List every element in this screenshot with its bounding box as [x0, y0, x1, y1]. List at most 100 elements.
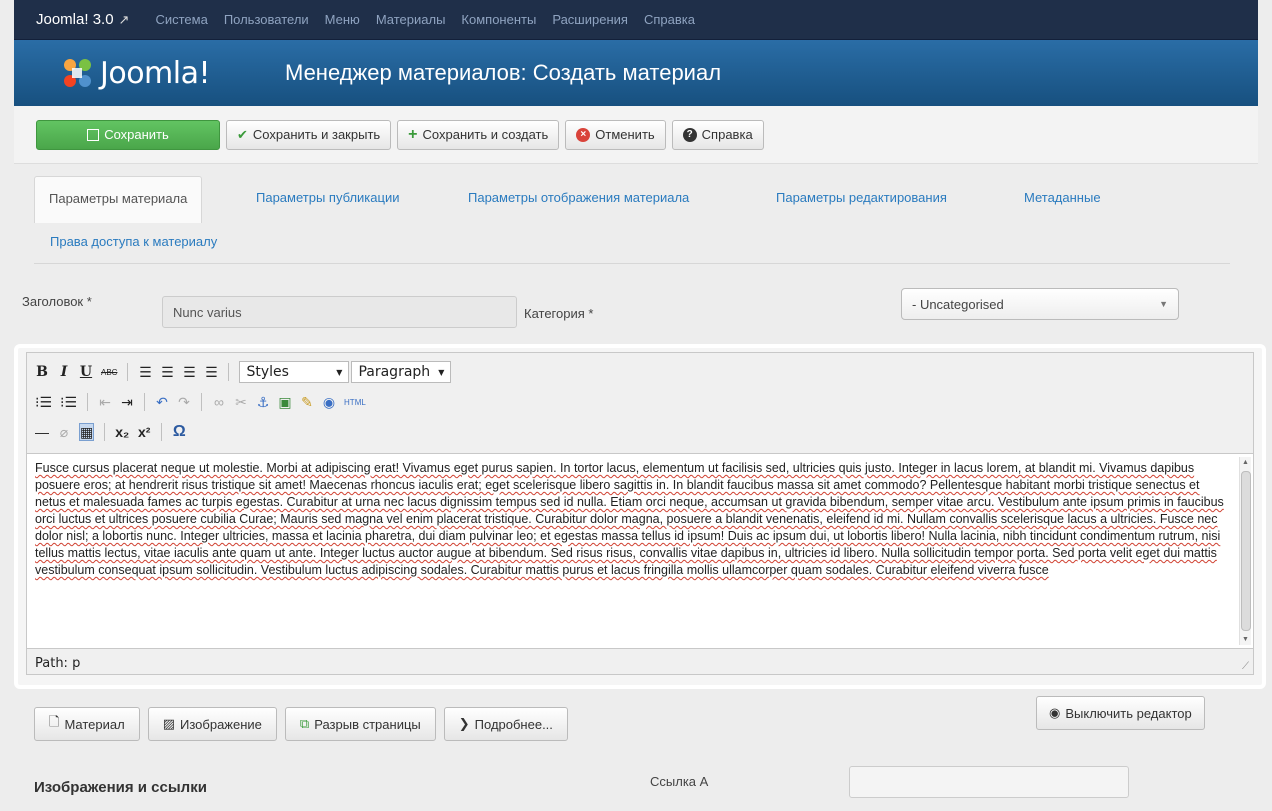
tab-article-params[interactable]: Параметры материала [34, 176, 203, 223]
help-label: Справка [701, 127, 753, 142]
numbered-list-icon[interactable]: ⁝☰ [60, 393, 77, 411]
save-close-button[interactable]: ✔ Сохранить и закрыть [226, 119, 392, 150]
page-header: Joomla! Менеджер материалов: Создать мат… [14, 40, 1258, 106]
redo-icon[interactable]: ↷ [177, 393, 191, 411]
editor-frame: B I U ABC ☰ ☰ ☰ ☰ Styles ▼ Paragraph ▼ ⁝… [26, 352, 1254, 675]
scroll-up-icon[interactable]: ▲ [1242, 459, 1249, 466]
check-icon: ✔ [237, 126, 248, 142]
html-source-icon[interactable]: HTML [344, 393, 366, 411]
caret-down-icon: ▼ [336, 367, 343, 377]
image-icon[interactable]: ▣ [278, 393, 292, 411]
menu-help[interactable]: Справка [644, 12, 695, 27]
toggle-editor-button[interactable]: ◉ Выключить редактор [1036, 696, 1205, 730]
picture-icon: ▨ [162, 716, 176, 731]
editor-toolbar-row-2: ⁝☰ ⁝☰ ⇤ ⇥ ↶ ↷ ∞ ✂ ⚓ ▣ ✎ ◉ HTML [35, 389, 366, 415]
cancel-button[interactable]: × Отменить [565, 119, 666, 150]
format-select-label: Paragraph [358, 364, 431, 380]
external-link-icon: ↗ [118, 11, 130, 27]
help-circle-icon[interactable]: ◉ [322, 393, 336, 411]
visual-aid-icon[interactable]: ▦ [79, 423, 95, 441]
edit-icon [87, 128, 100, 141]
insert-image-button[interactable]: ▨ Изображение [147, 707, 277, 741]
insert-article-label: Материал [64, 716, 125, 732]
readmore-button[interactable]: ❯ Подробнее... [443, 707, 568, 741]
caret-down-icon: ▼ [438, 367, 445, 377]
align-justify-icon[interactable]: ☰ [204, 363, 218, 381]
rich-text-editor: B I U ABC ☰ ☰ ☰ ☰ Styles ▼ Paragraph ▼ ⁝… [14, 344, 1266, 689]
title-label: Заголовок * [22, 294, 92, 309]
superscript-icon[interactable]: x² [137, 423, 151, 441]
main-content: Параметры материала Параметры публикации… [14, 164, 1266, 811]
tab-editing[interactable]: Параметры редактирования [776, 190, 947, 205]
menu-components[interactable]: Компоненты [461, 12, 536, 27]
joomla-logo: Joomla! [60, 56, 260, 91]
tab-permissions[interactable]: Права доступа к материалу [50, 234, 217, 249]
page-break-button[interactable]: ⧉ Разрыв страницы [284, 707, 436, 741]
toolbar-separator [87, 393, 89, 411]
toggle-editor-label: Выключить редактор [1065, 705, 1192, 721]
link-icon[interactable]: ∞ [212, 393, 226, 411]
styles-select[interactable]: Styles ▼ [239, 361, 350, 383]
menu-system[interactable]: Система [155, 12, 207, 27]
unlink-icon[interactable]: ✂ [234, 393, 248, 411]
brand-label: Joomla! 3.0 [36, 11, 114, 28]
scroll-down-icon[interactable]: ▼ [1242, 636, 1249, 643]
insert-article-button[interactable]: 🗋 Материал [34, 707, 140, 741]
toolbar-separator [201, 393, 203, 411]
scrollbar-thumb[interactable] [1241, 471, 1251, 631]
strikethrough-icon[interactable]: ABC [101, 363, 117, 381]
chevron-down-icon: ❯ [458, 716, 470, 731]
editor-toolbar-row-1: B I U ABC ☰ ☰ ☰ ☰ Styles ▼ Paragraph ▼ [35, 359, 452, 385]
save-new-button[interactable]: + Сохранить и создать [397, 119, 560, 150]
question-icon: ? [682, 127, 697, 142]
page-break-label: Разрыв страницы [314, 716, 421, 732]
file-add-icon: 🗋 [49, 714, 60, 729]
remove-format-icon[interactable]: ⌀ [57, 423, 71, 441]
toolbar-separator [161, 423, 163, 441]
toolbar-separator [228, 363, 230, 381]
toolbar-separator [104, 423, 106, 441]
tab-metadata[interactable]: Метаданные [1024, 190, 1101, 205]
format-select[interactable]: Paragraph ▼ [351, 361, 452, 383]
save-close-label: Сохранить и закрыть [252, 127, 381, 142]
cleanup-icon[interactable]: ✎ [300, 393, 314, 411]
indent-icon[interactable]: ⇥ [120, 393, 134, 411]
align-center-icon[interactable]: ☰ [160, 363, 174, 381]
tab-display[interactable]: Параметры отображения материала [468, 190, 689, 205]
resize-handle-icon[interactable]: ⟋ [1242, 661, 1249, 672]
italic-icon[interactable]: I [57, 363, 71, 381]
save-button[interactable]: Сохранить [36, 119, 220, 150]
copy-icon: ⧉ [299, 716, 310, 731]
anchor-icon[interactable]: ⚓ [256, 393, 270, 411]
eye-icon: ◉ [1049, 705, 1061, 720]
menu-users[interactable]: Пользователи [224, 12, 309, 27]
link-a-label: Ссылка A [650, 774, 709, 789]
toolbar-separator [144, 393, 146, 411]
help-button[interactable]: ? Справка [671, 119, 764, 150]
align-left-icon[interactable]: ☰ [138, 363, 152, 381]
horizontal-rule-icon[interactable]: — [35, 423, 49, 441]
category-select[interactable]: - Uncategorised ▼ [901, 288, 1179, 320]
menu-menus[interactable]: Меню [325, 12, 360, 27]
save-label: Сохранить [104, 127, 169, 142]
tab-bar: Параметры материала Параметры публикации… [34, 176, 1230, 264]
chevron-down-icon: ▼ [1159, 299, 1168, 309]
menu-content[interactable]: Материалы [376, 12, 446, 27]
special-char-icon[interactable]: Ω [172, 423, 186, 441]
align-right-icon[interactable]: ☰ [182, 363, 196, 381]
tab-publishing[interactable]: Параметры публикации [256, 190, 399, 205]
menu-extensions[interactable]: Расширения [552, 12, 628, 27]
title-input[interactable] [162, 296, 517, 328]
images-links-heading: Изображения и ссылки [34, 779, 207, 796]
link-a-input[interactable] [849, 766, 1129, 798]
outdent-icon[interactable]: ⇤ [98, 393, 112, 411]
bold-icon[interactable]: B [35, 363, 49, 381]
readmore-label: Подробнее... [474, 716, 553, 732]
editor-scrollbar[interactable]: ▲ ▼ [1239, 457, 1251, 645]
bullet-list-icon[interactable]: ⁝☰ [35, 393, 52, 411]
editor-body[interactable]: Fusce cursus placerat neque ut molestie.… [27, 453, 1253, 649]
subscript-icon[interactable]: x₂ [115, 423, 129, 441]
undo-icon[interactable]: ↶ [155, 393, 169, 411]
underline-icon[interactable]: U [79, 363, 93, 381]
brand-link[interactable]: Joomla! 3.0 ↗ [36, 11, 129, 28]
